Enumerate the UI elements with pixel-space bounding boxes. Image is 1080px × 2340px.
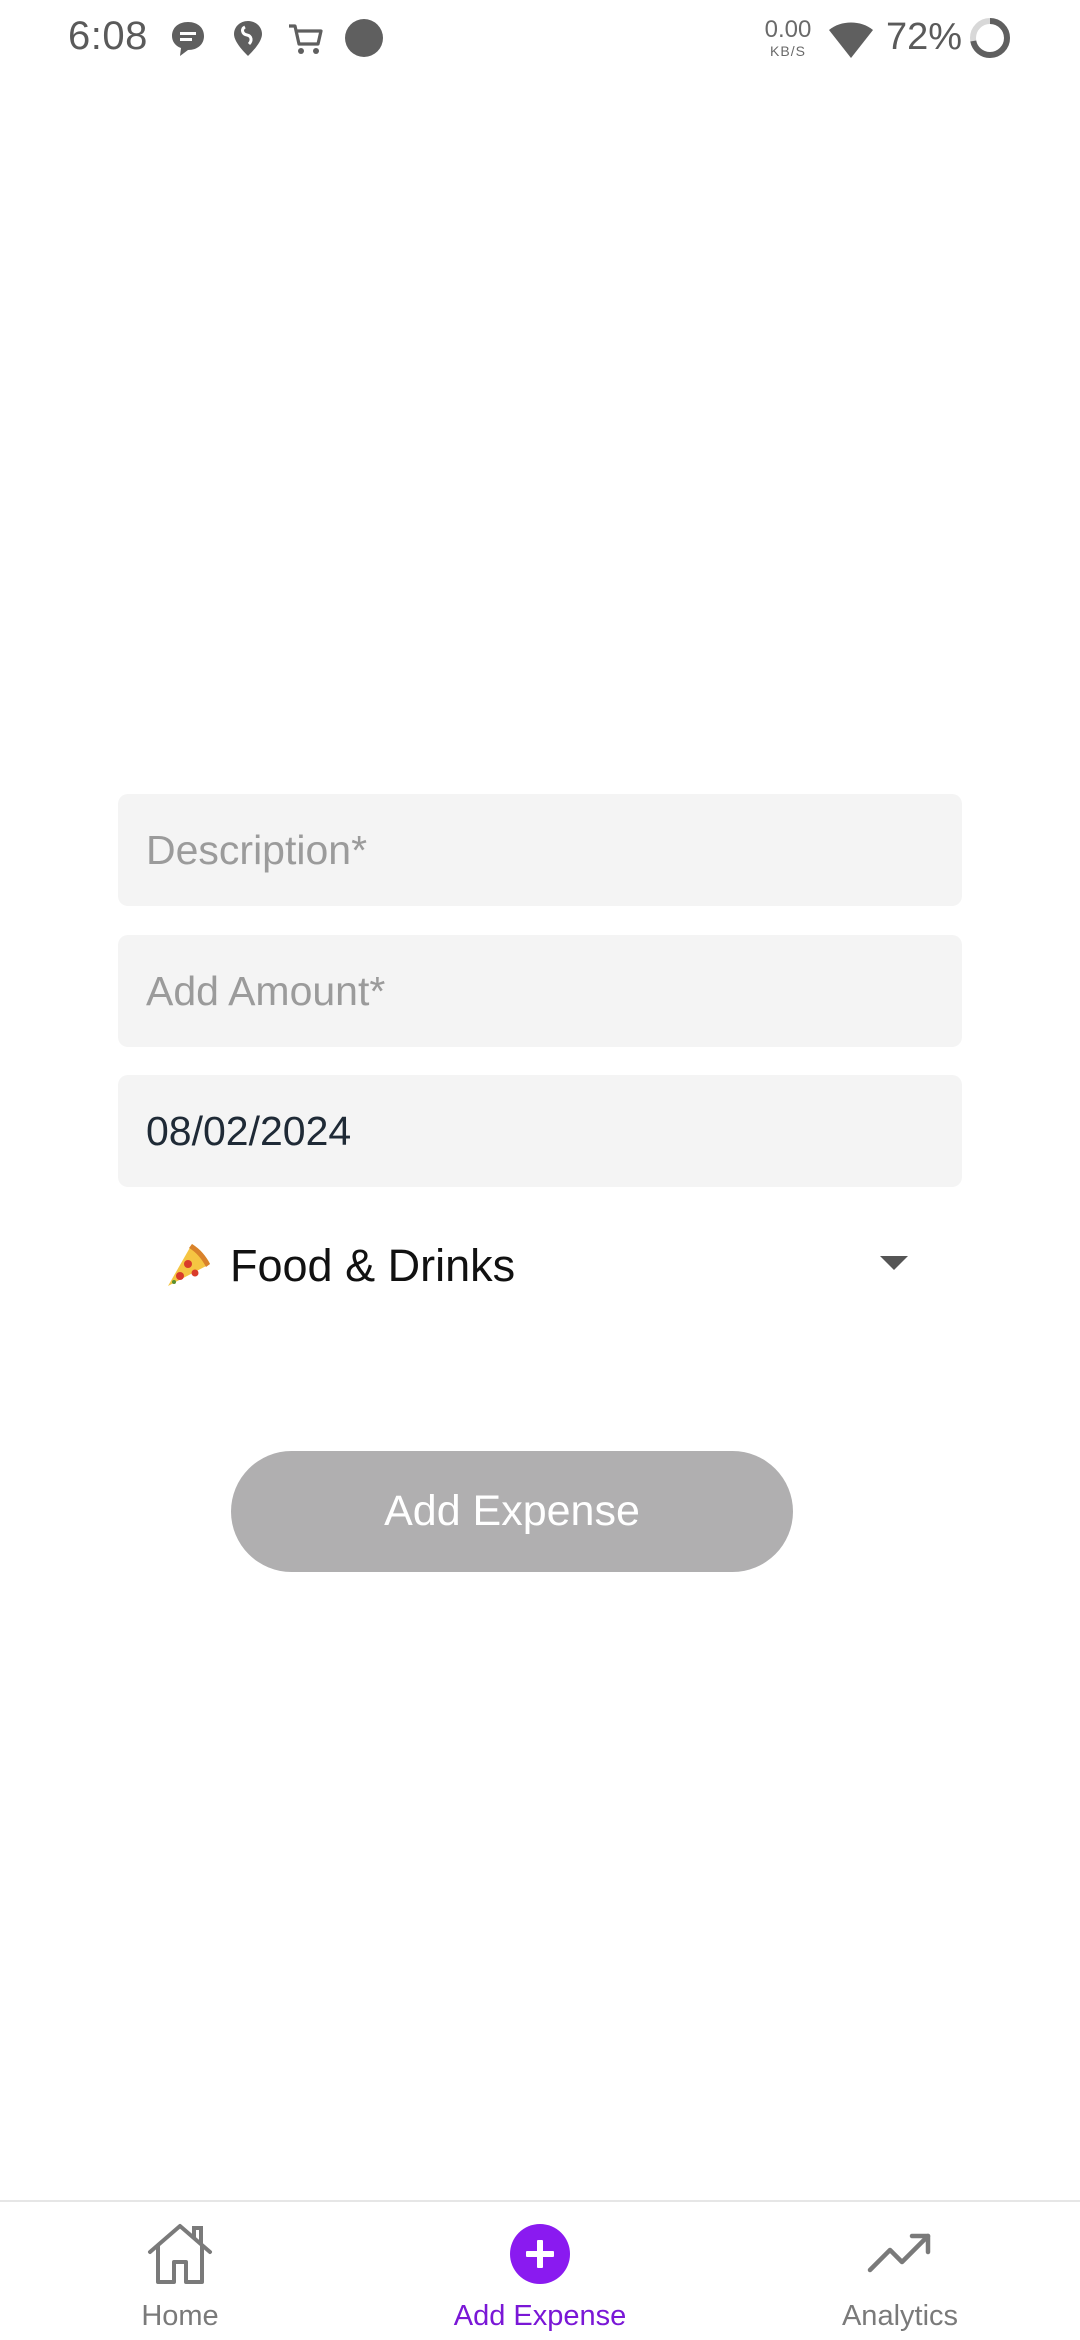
network-speed: 0.00 KB/S [764,16,812,59]
bottom-navigation: Home Add Expense Analytics [0,2200,1080,2340]
network-speed-unit: KB/S [770,43,806,59]
wifi-icon [829,22,873,58]
nav-item-analytics[interactable]: Analytics [720,2202,1080,2340]
date-input[interactable] [146,1107,934,1155]
battery-ring-icon [970,18,1010,58]
trending-up-icon [867,2233,931,2273]
pizza-icon [168,1244,210,1286]
description-field[interactable] [118,794,962,906]
nav-label-add-expense: Add Expense [453,2300,627,2332]
add-circle-icon [510,2224,570,2284]
add-expense-button[interactable]: Add Expense [231,1451,793,1572]
nav-item-home[interactable]: Home [0,2202,360,2340]
network-speed-value: 0.00 [764,16,812,43]
nav-label-home: Home [141,2300,219,2332]
battery-percent: 72% [886,16,963,58]
add-expense-screen: 6:08 0.00 KB/S 72% Description* Add Amou… [0,0,1080,2340]
status-bar: 6:08 0.00 KB/S 72% [0,0,1080,80]
home-icon [148,2224,212,2284]
amount-field[interactable] [118,935,962,1047]
dot-icon [345,19,383,57]
description-input[interactable] [146,826,934,874]
date-field[interactable] [118,1075,962,1187]
category-label: Food & Drinks [230,1240,516,1291]
chevron-down-icon [880,1256,908,1270]
swiggy-icon [234,21,262,56]
cart-icon [289,24,323,54]
category-dropdown[interactable]: Food & Drinks [162,1226,922,1306]
nav-label-analytics: Analytics [841,2300,959,2332]
status-time: 6:08 [68,14,148,58]
chat-bubble-icon [172,22,204,56]
nav-item-add-expense[interactable]: Add Expense [360,2202,720,2340]
amount-input[interactable] [146,967,934,1015]
